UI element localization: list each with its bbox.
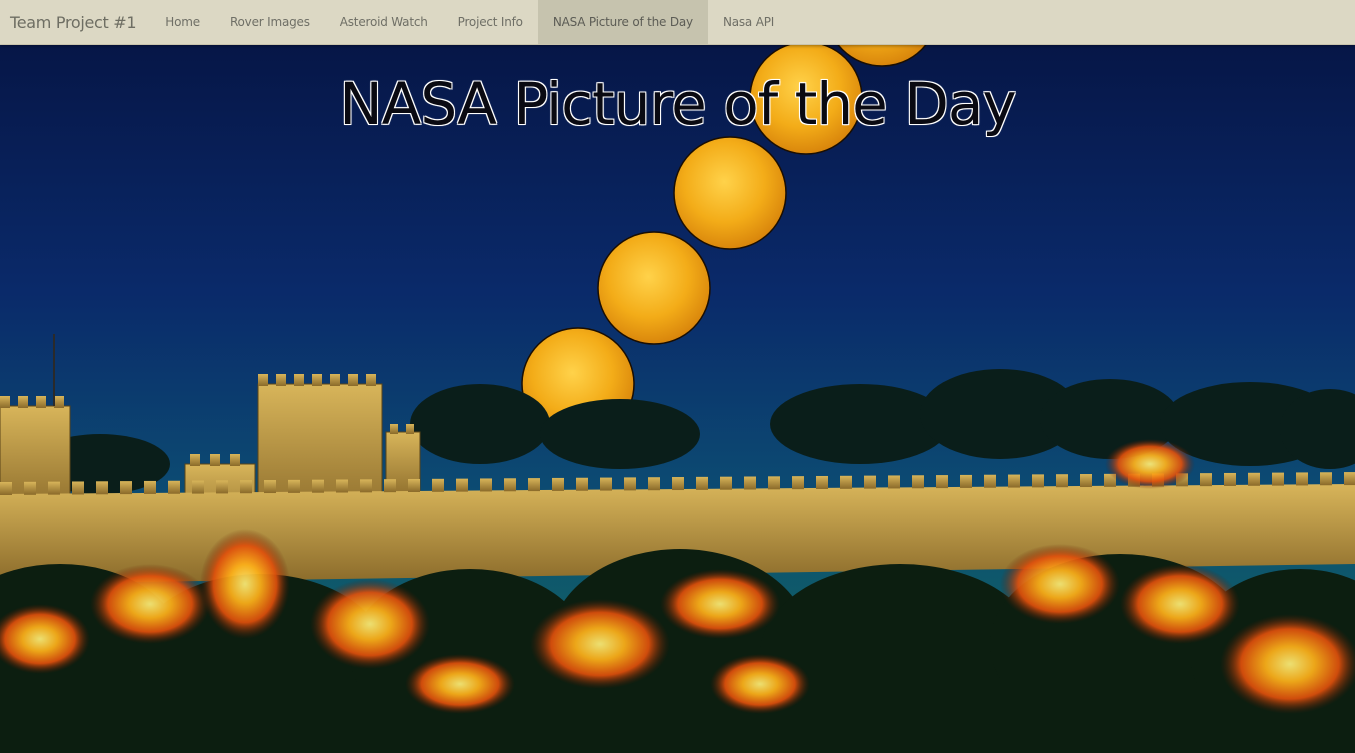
- wall-crenel: [0, 482, 12, 495]
- wall-crenel: [1080, 474, 1092, 488]
- wall-crenel: [720, 476, 732, 490]
- wall-crenel: [264, 480, 276, 494]
- wall-crenel: [744, 476, 756, 490]
- wall-crenel: [120, 481, 132, 495]
- wall-crenel: [1224, 472, 1236, 486]
- nav-item-nasa-picture-of-the-day[interactable]: NASA Picture of the Day: [537, 0, 708, 44]
- wall-crenel: [216, 480, 228, 494]
- top-navbar: Team Project #1 Home Rover Images Astero…: [0, 0, 1355, 45]
- wall-crenel: [528, 478, 540, 492]
- wall-crenel: [960, 474, 972, 488]
- nav-item-rover-images[interactable]: Rover Images: [215, 0, 325, 44]
- wall-crenel: [984, 474, 996, 488]
- wall-crenel: [96, 481, 108, 495]
- nav-item-nasa-api[interactable]: Nasa API: [708, 0, 789, 44]
- brand-link[interactable]: Team Project #1: [0, 0, 150, 44]
- wall-crenel: [384, 479, 396, 493]
- nav-item-project-info[interactable]: Project Info: [443, 0, 538, 44]
- wall-crenel: [336, 479, 348, 493]
- wall-crenel: [1344, 472, 1355, 486]
- wall-crenel: [48, 481, 60, 495]
- wall-crenel: [312, 479, 324, 493]
- wall-crenel: [360, 479, 372, 493]
- wall-crenel: [1056, 474, 1068, 488]
- nav-menu: Home Rover Images Asteroid Watch Project…: [150, 0, 789, 44]
- wall-crenel: [936, 475, 948, 489]
- wall-crenel: [432, 478, 444, 492]
- wall-crenel: [192, 480, 204, 494]
- wall-crenel: [1248, 472, 1260, 486]
- wall-crenel: [408, 478, 420, 492]
- nav-item-home[interactable]: Home: [150, 0, 215, 44]
- wall-crenel: [288, 479, 300, 493]
- wall-crenel: [1200, 473, 1212, 487]
- wall-crenel: [480, 478, 492, 492]
- wall-crenel: [144, 480, 156, 494]
- wall-crenel: [1032, 474, 1044, 488]
- wall-crenel: [1008, 474, 1020, 488]
- wall-crenel: [168, 480, 180, 494]
- picture-of-the-day-image: [0, 44, 1355, 753]
- wall-crenel: [552, 477, 564, 491]
- page: Team Project #1 Home Rover Images Astero…: [0, 0, 1355, 753]
- wall-crenel: [768, 476, 780, 490]
- wall-crenel: [576, 477, 588, 491]
- wall-crenel: [864, 475, 876, 489]
- wall-crenel: [1272, 472, 1284, 486]
- wall-crenel: [24, 481, 36, 495]
- page-title: NASA Picture of the Day: [339, 70, 1016, 138]
- nav-item-asteroid-watch[interactable]: Asteroid Watch: [325, 0, 443, 44]
- wall-crenel: [696, 476, 708, 490]
- wall-crenel: [1296, 472, 1308, 486]
- wall-crenel: [648, 477, 660, 491]
- wall-crenel: [240, 480, 252, 494]
- wall-crenel: [816, 475, 828, 489]
- wall-crenel: [792, 476, 804, 490]
- wall-crenel: [672, 477, 684, 491]
- wall-crenel: [504, 478, 516, 492]
- wall-crenel: [1320, 472, 1332, 486]
- wall-crenel: [840, 475, 852, 489]
- wall-crenel: [600, 477, 612, 491]
- wall-crenel: [912, 475, 924, 489]
- wall-crenel: [456, 478, 468, 492]
- wall-crenel: [888, 475, 900, 489]
- wall-crenel: [624, 477, 636, 491]
- wall-crenel: [72, 481, 84, 495]
